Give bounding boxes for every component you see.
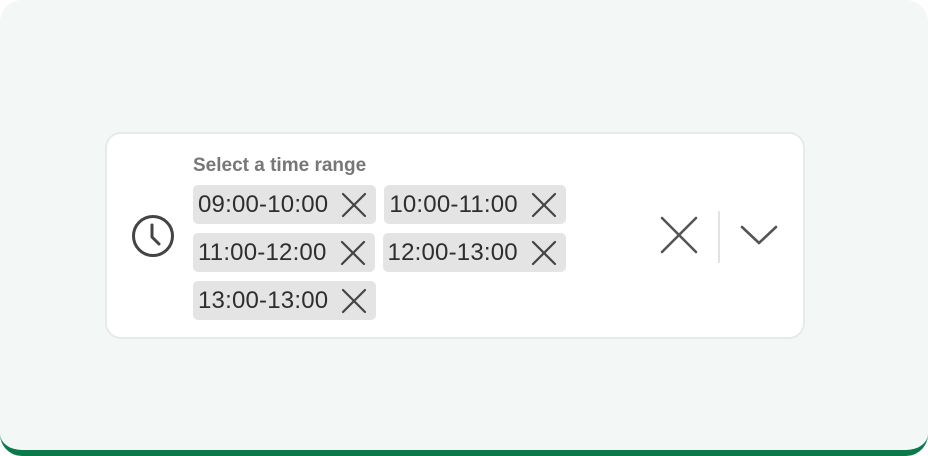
divider bbox=[718, 211, 720, 263]
chevron-down-icon bbox=[740, 224, 778, 251]
chip-label: 10:00-11:00 bbox=[389, 191, 518, 218]
close-icon[interactable] bbox=[340, 287, 368, 315]
field-label: Select a time range bbox=[193, 155, 367, 176]
chip-0900-1000[interactable]: 09:00-10:00 bbox=[193, 185, 377, 224]
chip-label: 13:00-13:00 bbox=[198, 287, 329, 314]
dropdown-toggle-button[interactable] bbox=[735, 215, 783, 259]
close-icon[interactable] bbox=[339, 239, 367, 267]
page-frame: Select a time range 09:00-10:00 10:00-11… bbox=[0, 0, 928, 456]
chip-label: 09:00-10:00 bbox=[198, 191, 329, 218]
chip-1300-1300[interactable]: 13:00-13:00 bbox=[193, 281, 377, 320]
chip-label: 11:00-12:00 bbox=[198, 239, 327, 266]
chip-1200-1300[interactable]: 12:00-13:00 bbox=[382, 233, 566, 272]
selected-chips: 09:00-10:00 10:00-11:00 11:00-12:00 12:0… bbox=[193, 185, 593, 320]
chip-label: 12:00-13:00 bbox=[387, 239, 518, 266]
time-range-select[interactable]: Select a time range 09:00-10:00 10:00-11… bbox=[105, 132, 805, 339]
clear-all-button[interactable] bbox=[657, 215, 701, 259]
chip-1000-1100[interactable]: 10:00-11:00 bbox=[384, 185, 566, 224]
close-icon bbox=[660, 216, 698, 259]
close-icon[interactable] bbox=[340, 191, 368, 219]
clock-icon bbox=[131, 214, 175, 258]
chip-1100-1200[interactable]: 11:00-12:00 bbox=[193, 233, 375, 272]
close-icon[interactable] bbox=[530, 239, 558, 267]
close-icon[interactable] bbox=[530, 191, 558, 219]
